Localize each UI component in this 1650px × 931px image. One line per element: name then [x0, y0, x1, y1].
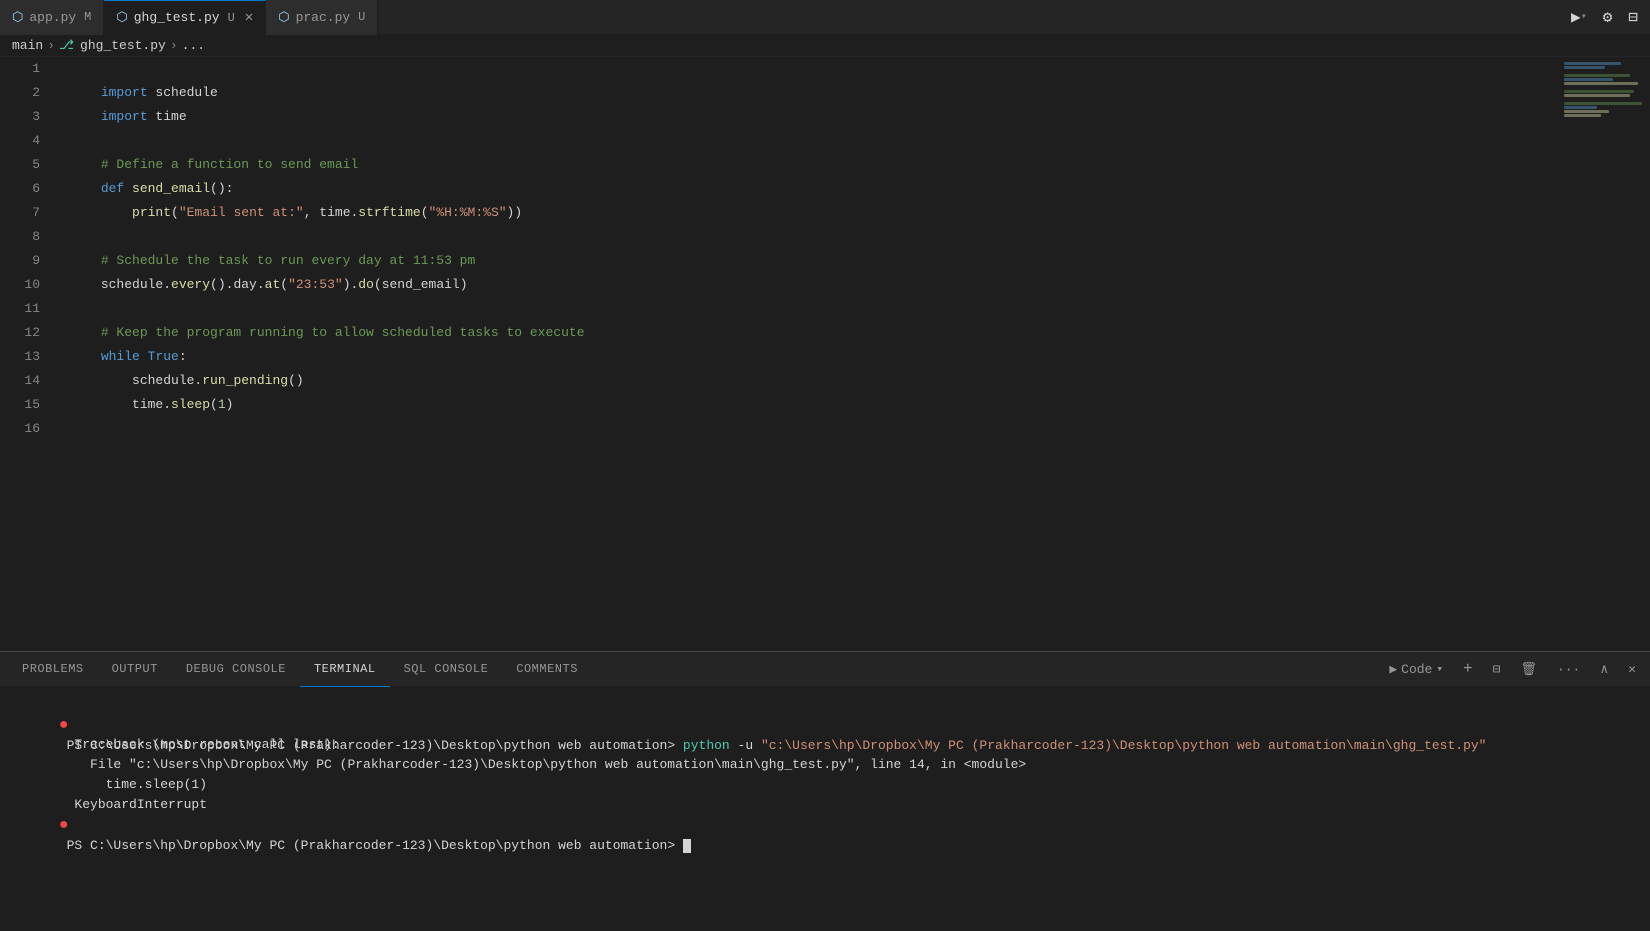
code-label: Code: [1401, 662, 1432, 677]
tab-terminal[interactable]: TERMINAL: [300, 652, 390, 687]
code-line-1: import schedule: [54, 57, 1650, 81]
terminal-line-1: ● PS C:\Users\hp\Dropbox\My PC (Prakharc…: [12, 695, 1638, 715]
keyboard-interrupt-text: KeyboardInterrupt: [59, 797, 207, 812]
python-icon: ⬡: [116, 10, 127, 25]
line-num-13: 13: [16, 345, 40, 369]
new-terminal-button[interactable]: +: [1457, 658, 1479, 680]
code-line-16: [54, 417, 1650, 441]
line-numbers: 1 2 3 4 5 6 7 8 9 10 11 12 13 14 15 16: [0, 57, 50, 651]
traceback-text: Traceback (most recent call last):: [59, 737, 340, 752]
file-info-text: File "c:\Users\hp\Dropbox\My PC (Prakhar…: [59, 757, 1026, 772]
layout-icon[interactable]: ⊟: [1624, 3, 1642, 31]
python-icon: ⬡: [12, 10, 23, 25]
breadcrumb-git-icon: ⎇: [59, 38, 74, 53]
tab-comments[interactable]: COMMENTS: [502, 652, 592, 687]
tab-sql-console[interactable]: SQL CONSOLE: [390, 652, 503, 687]
line-num-16: 16: [16, 417, 40, 441]
tab-label: app.py: [29, 10, 76, 25]
kill-terminal-button[interactable]: 🗑: [1514, 660, 1543, 679]
line-num-15: 15: [16, 393, 40, 417]
line-num-2: 2: [16, 81, 40, 105]
tab-badge: U: [228, 11, 235, 25]
tab-ghg-test-py[interactable]: ⬡ ghg_test.py U ✕: [104, 0, 266, 35]
tab-label: ghg_test.py: [134, 10, 220, 25]
breadcrumb: main › ⎇ ghg_test.py › ...: [0, 35, 1650, 57]
tab-badge: U: [358, 10, 365, 24]
top-right-actions: ▶ ▾ ⚙ ⊟: [1567, 3, 1650, 31]
line-num-12: 12: [16, 321, 40, 345]
line-num-14: 14: [16, 369, 40, 393]
extensions-icon[interactable]: ⚙: [1599, 3, 1617, 31]
breadcrumb-ellipsis: ...: [182, 38, 205, 53]
code-editor: 1 2 3 4 5 6 7 8 9 10 11 12 13 14 15 16 i…: [0, 57, 1650, 651]
tab-prac-py[interactable]: ⬡ prac.py U: [266, 0, 378, 35]
code-line-8: # Schedule the task to run every day at …: [54, 225, 1650, 249]
line-num-8: 8: [16, 225, 40, 249]
panel-code-button[interactable]: ▶ Code ▾: [1383, 660, 1449, 679]
tab-close-button[interactable]: ✕: [245, 9, 253, 26]
code-ref-text: time.sleep(1): [59, 777, 207, 792]
error-indicator-1: ●: [59, 716, 69, 734]
breadcrumb-main: main: [12, 38, 43, 53]
line-num-11: 11: [16, 297, 40, 321]
tab-badge: M: [84, 10, 91, 24]
error-indicator-2: ●: [59, 816, 69, 834]
terminal-line-6: ● PS C:\Users\hp\Dropbox\My PC (Prakharc…: [12, 795, 1638, 815]
line-num-1: 1: [16, 57, 40, 81]
breadcrumb-sep-2: ›: [170, 38, 178, 53]
line-num-4: 4: [16, 129, 40, 153]
more-actions-button[interactable]: ···: [1551, 660, 1586, 679]
tab-app-py[interactable]: ⬡ app.py M: [0, 0, 104, 35]
breadcrumb-file: ghg_test.py: [80, 38, 166, 53]
line-num-5: 5: [16, 153, 40, 177]
breadcrumb-sep-1: ›: [47, 38, 55, 53]
minimap: [1560, 57, 1650, 651]
terminal-line-5: KeyboardInterrupt: [12, 775, 1638, 795]
terminal-prompt-2: PS C:\Users\hp\Dropbox\My PC (Prakharcod…: [59, 838, 668, 853]
line-num-6: 6: [16, 177, 40, 201]
cursor: [683, 839, 691, 853]
close-panel-button[interactable]: ✕: [1622, 660, 1642, 679]
python-icon: ⬡: [278, 10, 289, 25]
panel-right-actions: ▶ Code ▾ + ⊟ 🗑 ··· ∧ ✕: [1383, 658, 1642, 680]
terminal-line-2: Traceback (most recent call last):: [12, 715, 1638, 735]
code-line-15: [54, 393, 1650, 417]
code-line-11: # Keep the program running to allow sche…: [54, 297, 1650, 321]
code-content[interactable]: import schedule import time # Define a f…: [50, 57, 1650, 651]
terminal-panel: PROBLEMS OUTPUT DEBUG CONSOLE TERMINAL S…: [0, 651, 1650, 931]
tab-problems[interactable]: PROBLEMS: [8, 652, 98, 687]
line-num-9: 9: [16, 249, 40, 273]
dropdown-icon: ▾: [1436, 662, 1443, 676]
line-num-7: 7: [16, 201, 40, 225]
line-num-3: 3: [16, 105, 40, 129]
split-terminal-button[interactable]: ⊟: [1487, 660, 1507, 679]
tab-debug-console[interactable]: DEBUG CONSOLE: [172, 652, 300, 687]
tab-label: prac.py: [296, 10, 351, 25]
code-line-3: [54, 105, 1650, 129]
code-line-2: import time: [54, 81, 1650, 105]
code-line-4: # Define a function to send email: [54, 129, 1650, 153]
run-button[interactable]: ▶ ▾: [1567, 3, 1591, 31]
tab-bar: ⬡ app.py M ⬡ ghg_test.py U ✕ ⬡ prac.py U…: [0, 0, 1650, 35]
terminal-content[interactable]: ● PS C:\Users\hp\Dropbox\My PC (Prakharc…: [0, 687, 1650, 931]
line-num-10: 10: [16, 273, 40, 297]
tab-output[interactable]: OUTPUT: [98, 652, 172, 687]
terminal-icon: ▶: [1389, 662, 1397, 677]
maximize-panel-button[interactable]: ∧: [1594, 660, 1614, 679]
code-line-13: schedule.run_pending(): [54, 345, 1650, 369]
code-line-6: print("Email sent at:", time.strftime("%…: [54, 177, 1650, 201]
panel-tab-bar: PROBLEMS OUTPUT DEBUG CONSOLE TERMINAL S…: [0, 652, 1650, 687]
